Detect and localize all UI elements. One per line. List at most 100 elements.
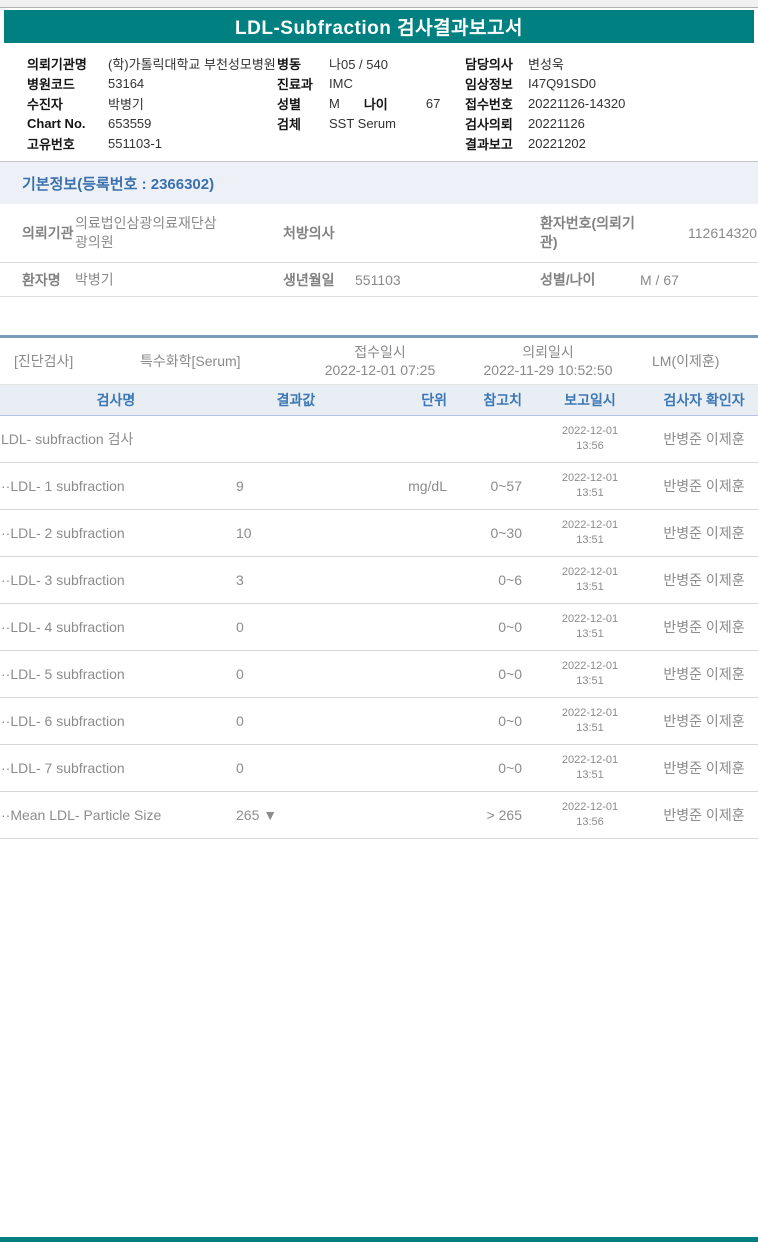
tester-verifier: 반병준 이제훈 xyxy=(663,619,745,635)
field-value: 나05 / 540 xyxy=(329,56,388,72)
field-label: 병원코드 xyxy=(27,76,75,92)
result-value: 10 xyxy=(236,525,252,541)
field-label: 나이 xyxy=(363,96,388,112)
results-table-body: LDL- subfraction 검사 2022-12-01 13:56 반병준 … xyxy=(0,416,758,839)
test-name: ··LDL- 7 subfraction xyxy=(1,760,125,776)
field-label: 의뢰기관 xyxy=(22,225,74,241)
basic-info-row: 의뢰기관 의료법인삼광의료재단삼광의원 처방의사 환자번호(의뢰기관) 1126… xyxy=(0,204,758,263)
field-label: 환자번호(의뢰기관) xyxy=(540,215,635,250)
reference-range: 0~0 xyxy=(498,713,522,729)
field-row: 고유번호 551103-1 xyxy=(27,133,276,153)
result-value: 0 xyxy=(236,713,244,729)
field-row: 결과보고 20221202 xyxy=(465,133,625,153)
field-label: 처방의사 xyxy=(283,225,335,241)
reported-datetime: 2022-12-01 13:51 xyxy=(561,471,619,499)
test-name: ··LDL- 3 subfraction xyxy=(1,572,125,588)
field-row: 병원코드 53164 xyxy=(27,73,276,93)
field-value: M / 67 xyxy=(640,271,679,288)
patient-header: 의뢰기관명 (학)가톨릭대학교 부천성모병원 병원코드 53164 수진자 박병… xyxy=(0,43,758,161)
result-row: ··Mean LDL- Particle Size 265 ▼ > 265 20… xyxy=(0,792,758,839)
patient-header-left-column: 의뢰기관명 (학)가톨릭대학교 부천성모병원 병원코드 53164 수진자 박병… xyxy=(27,53,276,153)
receipt-datetime: 접수일시 2022-12-01 07:25 xyxy=(300,343,460,379)
result-row: LDL- subfraction 검사 2022-12-01 13:56 반병준 … xyxy=(0,416,758,463)
reference-range: 0~30 xyxy=(490,525,522,541)
reference-range: 0~0 xyxy=(498,760,522,776)
tester-verifier: 반병준 이제훈 xyxy=(663,431,745,447)
result-row: ··LDL- 5 subfraction 0 0~0 2022-12-01 13:… xyxy=(0,651,758,698)
field-value: 67 xyxy=(425,95,441,111)
field-row: 담당의사 변성욱 xyxy=(465,53,625,73)
tester-verifier: 반병준 이제훈 xyxy=(663,666,745,682)
field-label: 성별/나이 xyxy=(540,271,596,288)
result-row: ··LDL- 7 subfraction 0 0~0 2022-12-01 13:… xyxy=(0,745,758,792)
field-value: SST Serum xyxy=(329,115,396,131)
field-value: 박병기 xyxy=(108,96,144,112)
test-name: ··Mean LDL- Particle Size xyxy=(1,807,162,823)
reported-datetime: 2022-12-01 13:51 xyxy=(561,565,619,593)
reported-datetime: 2022-12-01 13:51 xyxy=(561,518,619,546)
receipt-label: 접수일시 xyxy=(354,343,406,360)
column-header-unit: 단위 xyxy=(421,392,447,408)
field-row: Chart No. 653559 xyxy=(27,113,276,133)
result-row: ··LDL- 3 subfraction 3 0~6 2022-12-01 13:… xyxy=(0,557,758,604)
reference-range: 0~6 xyxy=(498,572,522,588)
field-value: 551103-1 xyxy=(108,135,162,151)
result-value: 9 xyxy=(236,478,244,494)
field-label: 임상정보 xyxy=(465,76,513,92)
reference-range: 0~0 xyxy=(498,619,522,635)
reported-datetime: 2022-12-01 13:51 xyxy=(561,753,619,781)
test-name: ··LDL- 1 subfraction xyxy=(1,478,125,494)
test-name: LDL- subfraction 검사 xyxy=(1,431,134,447)
field-label: 진료과 xyxy=(277,76,313,92)
report-title-bar: LDL-Subfraction 검사결과보고서 xyxy=(4,10,754,43)
field-label: 담당의사 xyxy=(465,56,513,72)
reported-datetime: 2022-12-01 13:56 xyxy=(561,800,619,828)
field-value: 의료법인삼광의료재단삼광의원 xyxy=(75,215,217,250)
reported-datetime: 2022-12-01 13:51 xyxy=(561,612,619,640)
column-header-staff: 검사자 확인자 xyxy=(663,392,745,408)
field-value: (학)가톨릭대학교 부천성모병원 xyxy=(108,56,276,72)
window-top-strip xyxy=(0,0,758,8)
field-value: 112614320 xyxy=(688,225,758,241)
reported-datetime: 2022-12-01 13:51 xyxy=(561,659,619,687)
receipt-value: 2022-12-01 07:25 xyxy=(324,362,436,378)
field-row: 진료과 IMC xyxy=(277,73,440,93)
field-value: M xyxy=(329,95,340,111)
basic-info-row: 환자명 박병기 생년월일 551103 성별/나이 M / 67 xyxy=(0,263,758,297)
field-row: 의뢰기관명 (학)가톨릭대학교 부천성모병원 xyxy=(27,53,276,73)
field-label: 검체 xyxy=(277,116,301,132)
field-label: 결과보고 xyxy=(465,136,513,152)
field-label: 의뢰기관명 xyxy=(27,56,87,72)
tester-verifier: 반병준 이제훈 xyxy=(663,572,745,588)
field-label: 성별 xyxy=(277,96,301,112)
field-row: 검사의뢰 20221126 xyxy=(465,113,625,133)
footer-accent-bar xyxy=(0,1237,758,1242)
report-page: LDL-Subfraction 검사결과보고서 의뢰기관명 (학)가톨릭대학교 … xyxy=(0,0,758,1242)
column-header-reference: 참고치 xyxy=(483,392,522,408)
field-row: 성별 M 나이 67 xyxy=(277,93,440,113)
column-header-reported: 보고일시 xyxy=(564,392,616,408)
tester-verifier: 반병준 이제훈 xyxy=(663,713,745,729)
field-value: 20221126-14320 xyxy=(528,95,626,111)
tester-verifier: 반병준 이제훈 xyxy=(663,807,745,823)
tester-verifier: 반병준 이제훈 xyxy=(663,525,745,541)
result-value: 0 xyxy=(236,666,244,682)
field-row: 임상정보 I47Q91SD0 xyxy=(465,73,625,93)
field-label: Chart No. xyxy=(27,115,86,131)
field-value: 변성욱 xyxy=(528,56,564,72)
field-row: 접수번호 20221126-14320 xyxy=(465,93,625,113)
request-value: 2022-11-29 10:52:50 xyxy=(483,362,613,378)
exam-category: [진단검사] xyxy=(14,353,74,369)
basic-info-section-title: 기본정보(등록번호 : 2366302) xyxy=(22,175,215,193)
exam-info-bar: [진단검사] 특수화학[Serum] 접수일시 2022-12-01 07:25… xyxy=(0,335,758,384)
field-row: 병동 나05 / 540 xyxy=(277,53,440,73)
field-label: 검사의뢰 xyxy=(465,116,513,132)
field-value: I47Q91SD0 xyxy=(528,75,596,91)
column-header-result: 결과값 xyxy=(276,392,316,408)
reference-range: 0~0 xyxy=(498,666,522,682)
results-table-header: 검사명 결과값 단위 참고치 보고일시 검사자 확인자 xyxy=(0,384,758,416)
tester-verifier: 반병준 이제훈 xyxy=(663,760,745,776)
tester-verifier: 반병준 이제훈 xyxy=(663,478,745,494)
test-name: ··LDL- 5 subfraction xyxy=(1,666,125,682)
result-value: 0 xyxy=(236,619,244,635)
